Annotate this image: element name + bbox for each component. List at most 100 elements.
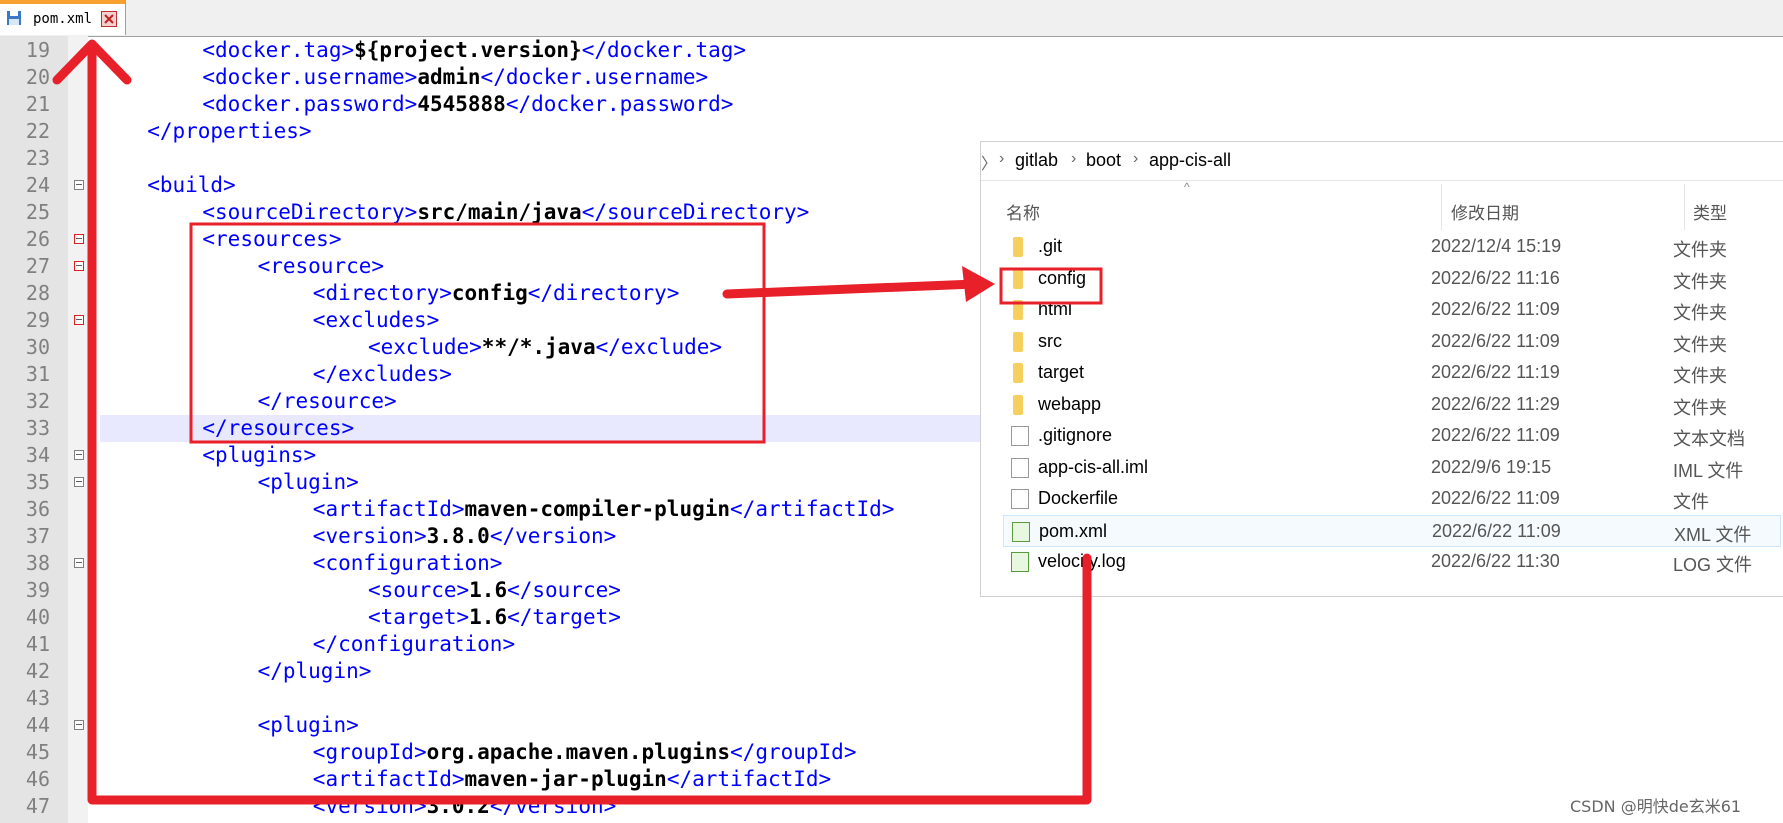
line-number: 27	[25, 254, 50, 278]
file-type: 文件夹	[1673, 303, 1727, 323]
file-name: pom.xml	[1039, 520, 1108, 541]
file-date: 2022/6/22 11:19	[1431, 362, 1560, 382]
xml-tag: <target>	[368, 605, 470, 629]
fold-toggle-icon[interactable]	[74, 450, 84, 460]
file-row[interactable]: src 2022/6/22 11:09 文件夹	[1003, 326, 1781, 358]
file-row[interactable]: webapp 2022/6/22 11:29 文件夹	[1003, 389, 1781, 421]
xml-value: ${project.version}	[354, 38, 582, 62]
file-explorer-window: 〉 › gitlab › boot › app-cis-all 名称 ^ 修改日…	[980, 141, 1783, 597]
code-line[interactable]: 47 <version>3.0.2</version>	[0, 793, 1783, 820]
file-row[interactable]: velocity.log 2022/6/22 11:30 LOG 文件	[1003, 546, 1781, 578]
xml-value: 1.6	[469, 578, 508, 602]
column-date-header[interactable]: 修改日期	[1451, 199, 1519, 224]
line-number: 42	[25, 659, 50, 683]
breadcrumb: 〉 › gitlab › boot › app-cis-all	[981, 142, 1783, 181]
code-text: <exclude>**/*.java</exclude>	[368, 334, 722, 361]
breadcrumb-app-cis-all[interactable]: app-cis-all	[1149, 150, 1231, 171]
file-row[interactable]: target 2022/6/22 11:19 文件夹	[1003, 357, 1781, 389]
close-icon[interactable]	[101, 11, 117, 27]
column-type-header[interactable]: 类型	[1693, 199, 1727, 224]
fold-toggle-icon[interactable]	[74, 180, 84, 190]
xml-value: 3.0.2	[426, 794, 490, 818]
file-row[interactable]: html 2022/6/22 11:09 文件夹	[1003, 294, 1781, 326]
code-line[interactable]: 43	[0, 685, 1783, 712]
file-type: 文件	[1673, 492, 1709, 512]
code-line[interactable]: 42 </plugin>	[0, 658, 1783, 685]
code-text: <resource>	[258, 253, 384, 280]
file-row[interactable]: .git 2022/12/4 15:19 文件夹	[1003, 231, 1781, 263]
fold-toggle-icon[interactable]	[74, 315, 84, 325]
fold-toggle-icon[interactable]	[74, 234, 84, 244]
tab-pom-xml[interactable]: pom.xml	[0, 0, 126, 35]
line-number: 34	[25, 443, 50, 467]
code-text: <docker.password>4545888</docker.passwor…	[202, 91, 733, 118]
file-type: 文件夹	[1673, 397, 1727, 418]
line-number: 28	[25, 281, 50, 305]
breadcrumb-gitlab[interactable]: gitlab	[1015, 150, 1058, 171]
xml-value: 4545888	[417, 92, 506, 116]
file-row[interactable]: app-cis-all.iml 2022/9/6 19:15 IML 文件	[1003, 452, 1781, 484]
code-line[interactable]: 44 <plugin>	[0, 712, 1783, 739]
fold-toggle-icon[interactable]	[74, 261, 84, 271]
column-divider[interactable]	[1684, 184, 1685, 230]
code-text: <docker.username>admin</docker.username>	[202, 64, 708, 91]
xml-tag: <resource>	[257, 254, 385, 278]
line-number: 39	[25, 578, 50, 602]
file-type: LOG 文件	[1673, 555, 1753, 575]
code-text: <version>3.0.2</version>	[313, 793, 616, 820]
file-type: 文件夹	[1673, 334, 1727, 355]
file-row[interactable]: Dockerfile 2022/6/22 11:09 文件	[1003, 483, 1781, 515]
xml-tag: </docker.username>	[480, 65, 709, 89]
line-number: 26	[25, 227, 50, 251]
code-text: <docker.tag>${project.version}</docker.t…	[202, 37, 746, 64]
code-line[interactable]: 33 </resources>	[26, 415, 980, 442]
line-number: 44	[25, 713, 50, 737]
xml-tag: <plugins>	[202, 443, 317, 467]
file-icon	[1011, 457, 1029, 478]
file-date: 2022/6/22 11:16	[1431, 267, 1560, 288]
line-number: 21	[25, 92, 50, 116]
xml-tag: </excludes>	[312, 362, 452, 386]
code-line[interactable]: 41 </configuration>	[0, 631, 1783, 658]
file-date: 2022/6/22 11:09	[1432, 520, 1561, 541]
xml-tag: <docker.username>	[202, 65, 418, 89]
fold-toggle-icon[interactable]	[74, 720, 84, 730]
code-text: <source>1.6</source>	[368, 577, 621, 604]
code-line[interactable]: 21 <docker.password>4545888</docker.passw…	[0, 91, 1783, 118]
xml-tag: <version>	[312, 794, 427, 818]
line-number: 31	[25, 362, 50, 386]
code-line[interactable]: 19 <docker.tag>${project.version}</docker…	[0, 37, 1783, 64]
file-name: velocity.log	[1038, 551, 1126, 571]
code-line[interactable]: 45 <groupId>org.apache.maven.plugins</gro…	[0, 739, 1783, 766]
line-number: 45	[25, 740, 50, 764]
tab-bar: pom.xml	[0, 0, 1783, 37]
folder-icon	[1013, 268, 1023, 289]
xml-tag: </version>	[489, 524, 617, 548]
folder-icon	[1013, 331, 1023, 352]
line-number: 29	[25, 308, 50, 332]
column-divider[interactable]	[1441, 184, 1442, 230]
code-text: <directory>config</directory>	[313, 280, 680, 307]
file-row[interactable]: .gitignore 2022/6/22 11:09 文本文档	[1003, 420, 1781, 452]
breadcrumb-boot[interactable]: boot	[1086, 150, 1121, 171]
code-line[interactable]: 46 <artifactId>maven-jar-plugin</artifact…	[0, 766, 1783, 793]
xml-tag: <artifactId>	[312, 497, 465, 521]
file-date: 2022/9/6 19:15	[1431, 456, 1552, 477]
column-name-header[interactable]: 名称	[1006, 199, 1040, 224]
xml-tag: <sourceDirectory>	[202, 200, 418, 224]
file-icon	[1011, 489, 1029, 509]
code-line[interactable]: 40 <target>1.6</target>	[0, 604, 1783, 631]
file-name: Dockerfile	[1038, 488, 1119, 508]
line-number: 46	[25, 767, 50, 791]
code-line[interactable]: 20 <docker.username>admin</docker.usernam…	[0, 64, 1783, 91]
file-row[interactable]: pom.xml 2022/6/22 11:09 XML 文件	[1003, 514, 1781, 547]
fold-toggle-icon[interactable]	[74, 477, 84, 487]
fold-toggle-icon[interactable]	[74, 558, 84, 568]
xml-tag: <excludes>	[312, 308, 440, 332]
xml-tag: </docker.tag>	[581, 38, 747, 62]
file-name: .gitignore	[1038, 425, 1113, 445]
chevron-right-icon: ›	[1071, 150, 1077, 167]
code-text: <version>3.8.0</version>	[313, 523, 616, 550]
file-row[interactable]: config 2022/6/22 11:16 文件夹	[1003, 263, 1781, 295]
code-text: </resources>	[202, 415, 354, 442]
